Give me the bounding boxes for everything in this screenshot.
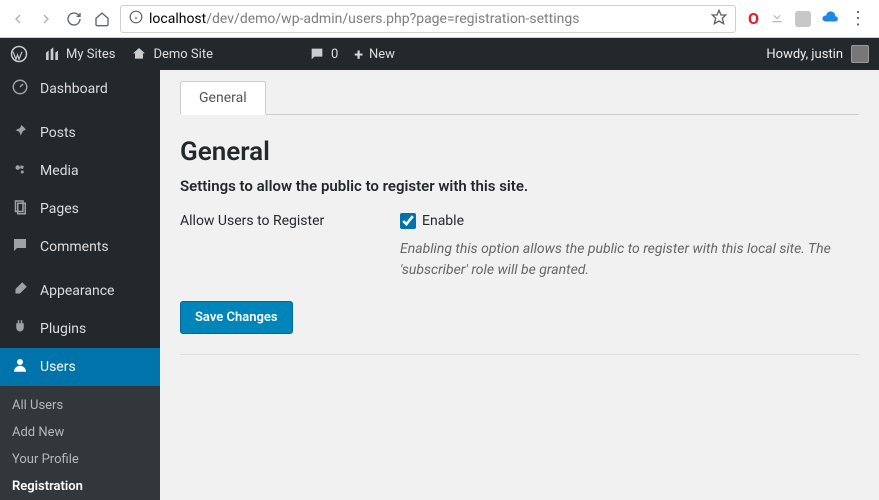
info-icon — [129, 10, 143, 28]
my-sites-link[interactable]: My Sites — [44, 46, 115, 62]
brush-icon — [10, 280, 30, 302]
submenu-all-users[interactable]: All Users — [0, 392, 160, 419]
extension-icons: O ⋮ — [744, 8, 871, 30]
address-bar[interactable]: localhost/dev/demo/wp-admin/users.php?pa… — [120, 5, 736, 33]
star-icon[interactable] — [711, 9, 727, 29]
sidebar-item-comments[interactable]: Comments — [0, 228, 160, 266]
sidebar-item-label: Posts — [40, 125, 76, 141]
howdy-text[interactable]: Howdy, justin — [766, 47, 843, 62]
site-link[interactable]: Demo Site — [131, 46, 213, 62]
submenu-your-profile[interactable]: Your Profile — [0, 446, 160, 473]
new-label: New — [369, 47, 395, 62]
admin-sidebar: Dashboard Posts Media Pages Comments App… — [0, 70, 160, 500]
page-description: Settings to allow the public to register… — [180, 177, 859, 195]
submenu-add-new[interactable]: Add New — [0, 419, 160, 446]
comments-icon — [10, 236, 30, 258]
enable-checkbox[interactable] — [400, 213, 416, 229]
back-button[interactable] — [8, 9, 28, 29]
url-text: localhost/dev/demo/wp-admin/users.php?pa… — [149, 11, 705, 27]
users-submenu: All Users Add New Your Profile Registrat… — [0, 386, 160, 500]
sidebar-item-label: Appearance — [40, 283, 114, 299]
forward-button[interactable] — [36, 9, 56, 29]
sidebar-item-label: Plugins — [40, 321, 86, 337]
home-button[interactable] — [92, 9, 112, 29]
sidebar-item-label: Media — [40, 163, 79, 179]
extension-square-icon[interactable] — [795, 11, 811, 27]
sidebar-item-label: Pages — [40, 201, 79, 217]
pin-icon — [10, 122, 30, 144]
tab-general[interactable]: General — [180, 81, 266, 115]
download-icon[interactable] — [769, 9, 785, 29]
avatar[interactable] — [851, 45, 869, 63]
user-icon — [10, 356, 30, 378]
tab-bar: General — [180, 80, 859, 115]
sidebar-item-users[interactable]: Users — [0, 348, 160, 386]
my-sites-label: My Sites — [66, 47, 115, 62]
page-heading: General — [180, 137, 859, 167]
submenu-registration[interactable]: Registration — [0, 473, 160, 500]
sidebar-item-label: Users — [40, 359, 76, 375]
opera-icon[interactable]: O — [748, 9, 759, 28]
setting-label: Allow Users to Register — [180, 213, 380, 229]
save-changes-button[interactable]: Save Changes — [180, 301, 293, 334]
setting-allow-register: Allow Users to Register Enable Enabling … — [180, 213, 859, 281]
media-icon — [10, 160, 30, 182]
plus-icon: + — [354, 45, 363, 64]
comments-link[interactable]: 0 — [309, 46, 338, 62]
dashboard-icon — [10, 78, 30, 100]
url-path: /dev/demo/wp-admin/users.php?page=regist… — [206, 11, 579, 27]
comments-count: 0 — [331, 47, 338, 62]
enable-text: Enable — [422, 213, 464, 229]
sidebar-item-appearance[interactable]: Appearance — [0, 272, 160, 310]
setting-description: Enabling this option allows the public t… — [400, 239, 859, 281]
cloud-icon[interactable] — [821, 8, 839, 30]
wp-admin-bar: My Sites Demo Site 0 + New Howdy, justin — [0, 38, 879, 70]
sidebar-item-label: Dashboard — [40, 81, 108, 97]
sidebar-item-dashboard[interactable]: Dashboard — [0, 70, 160, 108]
sidebar-item-posts[interactable]: Posts — [0, 114, 160, 152]
plug-icon — [10, 318, 30, 340]
sidebar-item-plugins[interactable]: Plugins — [0, 310, 160, 348]
new-link[interactable]: + New — [354, 45, 395, 64]
sidebar-item-media[interactable]: Media — [0, 152, 160, 190]
divider — [180, 354, 859, 355]
site-label: Demo Site — [153, 47, 213, 62]
sidebar-item-pages[interactable]: Pages — [0, 190, 160, 228]
pages-icon — [10, 198, 30, 220]
reload-button[interactable] — [64, 9, 84, 29]
content-area: General General Settings to allow the pu… — [160, 70, 879, 500]
browser-menu-icon[interactable]: ⋮ — [849, 8, 867, 29]
enable-checkbox-label[interactable]: Enable — [400, 213, 859, 229]
wp-logo[interactable] — [10, 45, 28, 63]
sidebar-item-label: Comments — [40, 239, 109, 255]
url-host: localhost — [149, 11, 206, 27]
browser-toolbar: localhost/dev/demo/wp-admin/users.php?pa… — [0, 0, 879, 38]
